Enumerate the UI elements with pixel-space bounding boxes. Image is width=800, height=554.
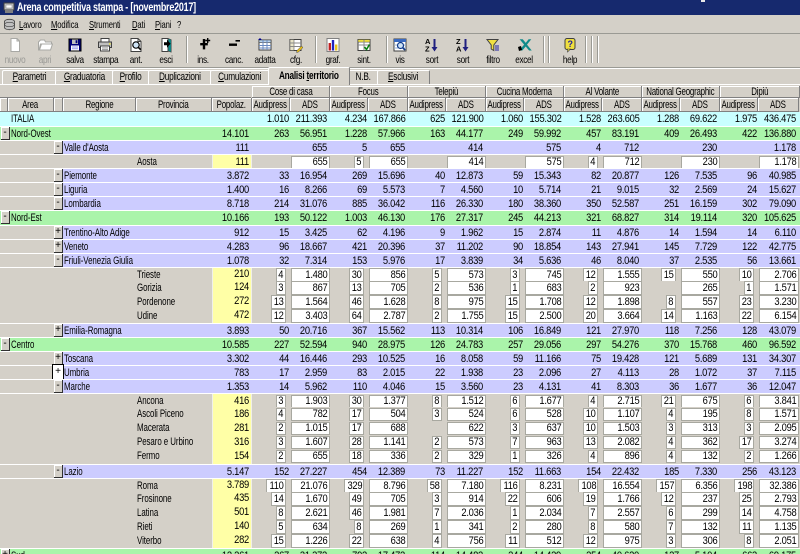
svg-text:Z: Z — [425, 45, 430, 54]
svg-text:A: A — [456, 45, 462, 54]
svg-text:?: ? — [568, 39, 574, 49]
